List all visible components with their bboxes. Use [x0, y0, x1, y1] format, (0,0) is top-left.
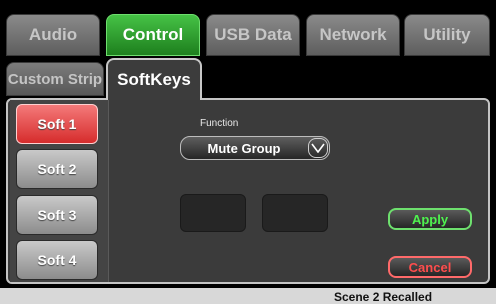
function-dropdown[interactable]: Mute Group — [180, 136, 330, 160]
cancel-button[interactable]: Cancel — [388, 256, 472, 278]
soft-key-3-button[interactable]: Soft 3 — [16, 195, 98, 235]
tab-control-label: Control — [122, 25, 184, 44]
softkey-list: Soft 1 Soft 2 Soft 3 Soft 4 — [10, 100, 109, 282]
tab-audio[interactable]: Audio — [6, 14, 100, 56]
subtab-custom-strip[interactable]: Custom Strip — [6, 62, 104, 96]
chevron-down-icon[interactable] — [308, 138, 328, 158]
parameter-box-2[interactable] — [262, 194, 328, 232]
soft-key-4-button[interactable]: Soft 4 — [16, 240, 98, 280]
tab-utility[interactable]: Utility — [404, 14, 490, 56]
parameter-box-1[interactable] — [180, 194, 246, 232]
tab-usb-data-label: USB Data — [214, 25, 292, 44]
tab-audio-label: Audio — [28, 25, 78, 44]
apply-label: Apply — [411, 211, 449, 227]
soft-key-3-label: Soft 3 — [37, 207, 77, 223]
subtab-softkeys-label: SoftKeys — [117, 70, 191, 89]
function-value: Mute Group — [207, 141, 281, 156]
tab-usb-data[interactable]: USB Data — [206, 14, 300, 56]
status-bar: Scene 2 Recalled — [0, 288, 496, 304]
top-tab-bar: Audio Control USB Data Network Utility — [6, 14, 490, 56]
apply-button[interactable]: Apply — [388, 208, 472, 230]
mixer-screen: Audio Control USB Data Network Utility C… — [0, 0, 496, 288]
softkeys-panel: Soft 1 Soft 2 Soft 3 Soft 4 Function Mut… — [6, 98, 490, 284]
tab-network-label: Network — [319, 25, 387, 44]
tab-utility-label: Utility — [423, 25, 471, 44]
soft-key-1-label: Soft 1 — [37, 116, 77, 132]
subtab-custom-strip-label: Custom Strip — [7, 70, 103, 88]
function-label: Function — [200, 118, 239, 129]
tab-network[interactable]: Network — [306, 14, 400, 56]
subtab-softkeys[interactable]: SoftKeys — [106, 58, 202, 100]
tab-control[interactable]: Control — [106, 14, 200, 56]
soft-key-4-label: Soft 4 — [37, 252, 77, 268]
soft-key-1-button[interactable]: Soft 1 — [16, 104, 98, 144]
soft-key-2-button[interactable]: Soft 2 — [16, 149, 98, 189]
soft-key-2-label: Soft 2 — [37, 161, 77, 177]
status-text: Scene 2 Recalled — [334, 290, 433, 304]
cancel-label: Cancel — [408, 259, 452, 275]
